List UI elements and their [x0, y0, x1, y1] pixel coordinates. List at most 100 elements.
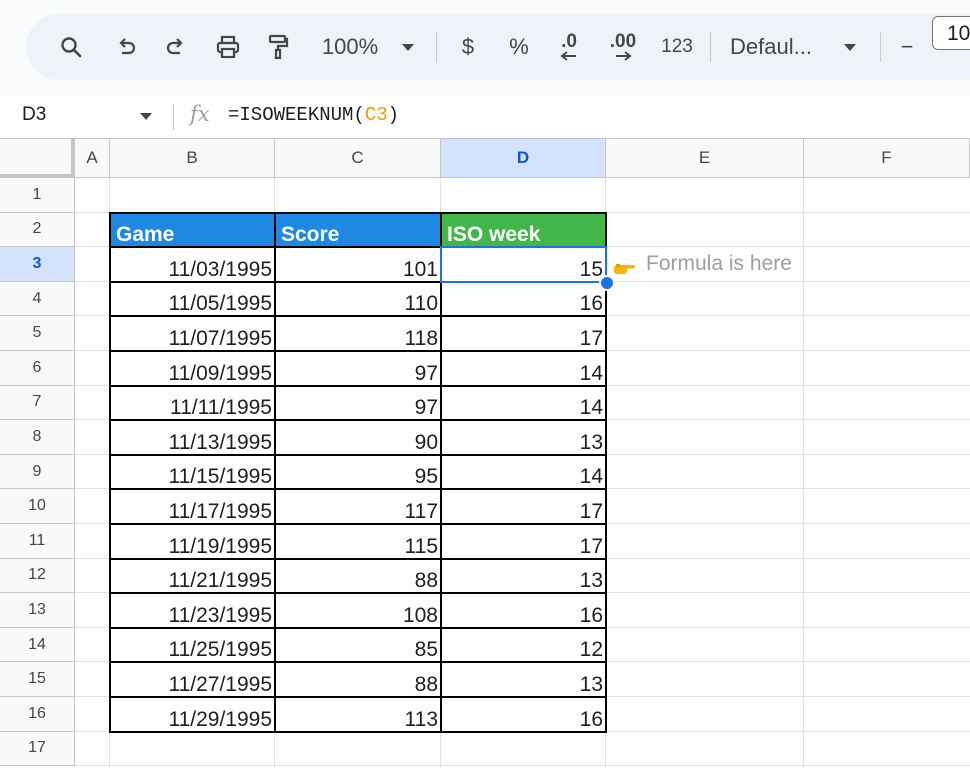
- annotation-text: Formula is here: [646, 252, 792, 276]
- font-select[interactable]: Defaul...: [730, 28, 826, 66]
- print-icon[interactable]: [210, 28, 246, 66]
- table-cell[interactable]: 11/11/1995: [110, 386, 275, 421]
- redo-icon[interactable]: [160, 28, 192, 66]
- decrease-decimal-button[interactable]: .0: [552, 28, 586, 66]
- table-cell[interactable]: 16: [441, 282, 606, 317]
- table-cell[interactable]: 95: [275, 455, 441, 490]
- table-cell[interactable]: 14: [441, 386, 606, 421]
- table-cell[interactable]: 88: [275, 559, 441, 594]
- row-header-13[interactable]: 13: [0, 593, 75, 628]
- table-cell[interactable]: 11/19/1995: [110, 524, 275, 559]
- row-header-9[interactable]: 9: [0, 454, 75, 490]
- zoom-select[interactable]: 100%: [318, 28, 382, 66]
- table-cell[interactable]: 118: [275, 316, 441, 351]
- table-cell[interactable]: 11/23/1995: [110, 593, 275, 628]
- row-header-2[interactable]: 2: [0, 212, 75, 248]
- table-border: [109, 730, 607, 733]
- table-cell[interactable]: 12: [441, 628, 606, 663]
- table-cell[interactable]: 15: [441, 247, 606, 282]
- fill-handle[interactable]: [599, 274, 615, 291]
- table-cell[interactable]: 117: [275, 489, 441, 524]
- column-header-a[interactable]: A: [75, 139, 110, 178]
- name-box[interactable]: D3: [22, 104, 46, 126]
- row-header-1[interactable]: 1: [0, 178, 75, 213]
- table-cell[interactable]: 17: [441, 316, 606, 351]
- table-cell[interactable]: 16: [441, 697, 606, 732]
- table-cell[interactable]: 110: [275, 282, 441, 317]
- row-header-11[interactable]: 11: [0, 524, 75, 559]
- table-cell[interactable]: 113: [275, 697, 441, 732]
- row-header-17[interactable]: 17: [0, 731, 75, 767]
- table-cell[interactable]: 88: [275, 662, 441, 697]
- search-icon[interactable]: [54, 28, 88, 66]
- table-cell[interactable]: 11/03/1995: [110, 247, 275, 282]
- table-cell[interactable]: 90: [275, 420, 441, 455]
- row-header-10[interactable]: 10: [0, 489, 75, 524]
- table-header-cell[interactable]: ISO week: [441, 212, 606, 248]
- table-cell[interactable]: 17: [441, 489, 606, 524]
- currency-label: $: [461, 34, 475, 59]
- zoom-dropdown-icon[interactable]: [398, 28, 418, 66]
- column-header-f[interactable]: F: [804, 139, 970, 178]
- table-cell[interactable]: 11/25/1995: [110, 628, 275, 663]
- row-header-6[interactable]: 6: [0, 351, 75, 386]
- table-cell[interactable]: 13: [441, 420, 606, 455]
- table-border: [109, 592, 607, 595]
- row-header-16[interactable]: 16: [0, 697, 75, 732]
- font-size-input[interactable]: 10: [932, 16, 970, 50]
- table-header-cell[interactable]: Score: [275, 212, 441, 248]
- select-all-corner[interactable]: [0, 139, 75, 178]
- table-cell[interactable]: 11/27/1995: [110, 662, 275, 697]
- column-header-d[interactable]: D: [441, 139, 606, 178]
- currency-format-button[interactable]: $: [454, 28, 482, 66]
- column-header-e[interactable]: E: [606, 139, 804, 178]
- row-header-12[interactable]: 12: [0, 558, 75, 594]
- row-header-15[interactable]: 15: [0, 662, 75, 697]
- row-header-4[interactable]: 4: [0, 281, 75, 317]
- table-cell[interactable]: 14: [441, 351, 606, 386]
- table-cell[interactable]: 108: [275, 593, 441, 628]
- table-cell[interactable]: 97: [275, 351, 441, 386]
- table-cell[interactable]: 13: [441, 559, 606, 594]
- table-cell[interactable]: 101: [275, 247, 441, 282]
- undo-icon[interactable]: [110, 28, 142, 66]
- table-cell[interactable]: 11/05/1995: [110, 282, 275, 317]
- increase-decimal-button[interactable]: .00: [606, 28, 640, 66]
- row-header-8[interactable]: 8: [0, 420, 75, 455]
- column-header-b[interactable]: B: [110, 139, 275, 178]
- font-value: Defaul...: [730, 34, 812, 59]
- table-cell[interactable]: 11/09/1995: [110, 351, 275, 386]
- column-header-c[interactable]: C: [275, 139, 441, 178]
- table-border: [109, 661, 607, 664]
- table-cell[interactable]: 14: [441, 455, 606, 490]
- percent-format-button[interactable]: %: [504, 28, 534, 66]
- table-cell[interactable]: 11/15/1995: [110, 455, 275, 490]
- table-cell[interactable]: 85: [275, 628, 441, 663]
- gridline: [803, 178, 804, 768]
- decrease-font-size-button[interactable]: −: [894, 28, 920, 66]
- more-formats-button[interactable]: 123: [658, 28, 696, 66]
- table-header-cell[interactable]: Game: [110, 212, 275, 248]
- table-cell[interactable]: 13: [441, 662, 606, 697]
- table-cell[interactable]: 97: [275, 386, 441, 421]
- table-cell[interactable]: 17: [441, 524, 606, 559]
- formula-input[interactable]: =ISOWEEKNUM(C3): [228, 104, 399, 126]
- row-header-14[interactable]: 14: [0, 627, 75, 663]
- table-cell[interactable]: 115: [275, 524, 441, 559]
- name-box-dropdown-icon[interactable]: [140, 113, 152, 120]
- table-cell[interactable]: 11/21/1995: [110, 559, 275, 594]
- toolbar-divider: [436, 32, 437, 62]
- row-header-5[interactable]: 5: [0, 316, 75, 351]
- table-cell[interactable]: 11/13/1995: [110, 420, 275, 455]
- table-cell[interactable]: 16: [441, 593, 606, 628]
- table-cell[interactable]: 11/17/1995: [110, 489, 275, 524]
- paint-format-icon[interactable]: [262, 28, 294, 66]
- toolbar-divider: [880, 32, 881, 62]
- table-cell[interactable]: 11/29/1995: [110, 697, 275, 732]
- row-header-3[interactable]: 3: [0, 247, 75, 282]
- table-cell[interactable]: 11/07/1995: [110, 316, 275, 351]
- increase-decimal-label: .00: [609, 31, 637, 52]
- table-border: [109, 557, 607, 560]
- font-dropdown-icon[interactable]: [840, 28, 860, 66]
- row-header-7[interactable]: 7: [0, 385, 75, 421]
